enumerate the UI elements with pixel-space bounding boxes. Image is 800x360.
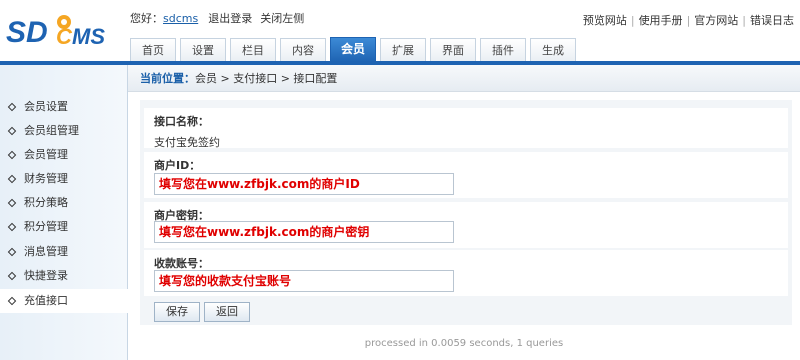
merchant-key-section: 商户密钥： 填写您在www.zfbjk.com的商户密钥: [144, 202, 788, 248]
sidebar-item-label: 财务管理: [24, 172, 68, 185]
footer-stats: processed in 0.0059 seconds, 1 queries: [364, 338, 564, 349]
sidebar-item-label: 消息管理: [24, 245, 68, 258]
sidebar-item-quick-login[interactable]: 快捷登录: [0, 264, 127, 288]
merchant-id-input[interactable]: 填写您在www.zfbjk.com的商户ID: [154, 173, 454, 195]
tab-extensions[interactable]: 扩展: [380, 38, 426, 62]
payee-account-label: 收款账号：: [154, 257, 209, 270]
preview-site-link[interactable]: 预览网站: [583, 14, 627, 27]
merchant-id-section: 商户ID： 填写您在www.zfbjk.com的商户ID: [144, 152, 788, 198]
merchant-key-input[interactable]: 填写您在www.zfbjk.com的商户密钥: [154, 221, 454, 243]
logout-link[interactable]: 退出登录: [208, 12, 252, 25]
error-log-link[interactable]: 错误日志: [750, 14, 794, 27]
svg-text:MS: MS: [72, 24, 105, 49]
diamond-bullet-icon: [7, 271, 17, 281]
sidebar-item-messages[interactable]: 消息管理: [0, 240, 127, 264]
diamond-bullet-icon: [7, 150, 17, 160]
diamond-bullet-icon: [7, 198, 17, 208]
tab-generate[interactable]: 生成: [530, 38, 576, 62]
sidebar-item-label: 积分策略: [24, 196, 68, 209]
divider: |: [742, 14, 746, 27]
svg-text:C: C: [56, 24, 73, 49]
sidebar-item-member-management[interactable]: 会员管理: [0, 143, 127, 167]
username-link[interactable]: sdcms: [163, 12, 198, 25]
header: SD C MS 您好：sdcms 退出登录 关闭左侧 预览网站 | 使用手册 | 官方网站 |…: [0, 0, 800, 62]
interface-name-label: 接口名称：: [154, 115, 209, 128]
greeting: 您好：: [130, 12, 163, 25]
tab-interface[interactable]: 界面: [430, 38, 476, 62]
tab-members[interactable]: 会员: [330, 37, 376, 62]
breadcrumb-lead: 当前位置：: [140, 72, 195, 85]
sidebar-item-label: 会员组管理: [24, 124, 79, 137]
tab-columns[interactable]: 栏目: [230, 38, 276, 62]
divider: |: [686, 14, 691, 27]
manual-link[interactable]: 使用手册: [639, 14, 683, 27]
diamond-bullet-icon: [7, 126, 17, 136]
diamond-bullet-icon: [7, 296, 17, 306]
payee-account-input[interactable]: 填写您的收款支付宝账号: [154, 270, 454, 292]
top-links: 预览网站 | 使用手册 | 官方网站 | 错误日志: [583, 12, 794, 28]
sidebar-item-label: 会员设置: [24, 100, 68, 113]
sidebar: 会员设置 会员组管理 会员管理 财务管理 积分策略 积分管理 消息管理 快捷登录…: [0, 65, 129, 360]
tab-settings[interactable]: 设置: [180, 38, 226, 62]
close-left-link[interactable]: 关闭左侧: [260, 12, 304, 25]
main-tabs: 首页 设置 栏目 内容 会员 扩展 界面 插件 生成: [130, 37, 580, 62]
tab-home[interactable]: 首页: [130, 38, 176, 62]
sidebar-item-label: 会员管理: [24, 148, 68, 161]
diamond-bullet-icon: [7, 174, 17, 184]
breadcrumb: 当前位置：会员 > 支付接口 > 接口配置: [128, 65, 800, 92]
payee-account-section: 收款账号： 填写您的收款支付宝账号: [144, 250, 788, 296]
sidebar-item-finance[interactable]: 财务管理: [0, 167, 127, 191]
sidebar-item-label: 快捷登录: [24, 269, 68, 282]
sidebar-item-recharge-api[interactable]: 充值接口: [0, 289, 129, 313]
divider: |: [630, 14, 635, 27]
breadcrumb-path: 会员 > 支付接口 > 接口配置: [195, 72, 338, 85]
interface-name-section: 接口名称： 支付宝免签约: [144, 108, 788, 149]
sidebar-item-label: 充值接口: [24, 294, 68, 307]
sidebar-item-member-settings[interactable]: 会员设置: [0, 95, 127, 119]
official-site-link[interactable]: 官方网站: [694, 14, 738, 27]
merchant-id-label: 商户ID：: [154, 159, 201, 172]
save-button[interactable]: 保存: [154, 302, 200, 322]
interface-name-value: 支付宝免签约: [154, 136, 220, 149]
sidebar-item-member-groups[interactable]: 会员组管理: [0, 119, 127, 143]
user-bar: 您好：sdcms 退出登录 关闭左侧: [130, 10, 312, 26]
sidebar-item-points-policy[interactable]: 积分策略: [0, 191, 127, 215]
sidebar-item-points-management[interactable]: 积分管理: [0, 215, 127, 239]
tab-content[interactable]: 内容: [280, 38, 326, 62]
tab-plugins[interactable]: 插件: [480, 38, 526, 62]
diamond-bullet-icon: [7, 222, 17, 232]
sidebar-item-label: 积分管理: [24, 220, 68, 233]
back-button[interactable]: 返回: [204, 302, 250, 322]
logo: SD C MS: [6, 10, 124, 52]
svg-text:SD: SD: [6, 16, 48, 49]
diamond-bullet-icon: [7, 102, 17, 112]
diamond-bullet-icon: [7, 247, 17, 257]
